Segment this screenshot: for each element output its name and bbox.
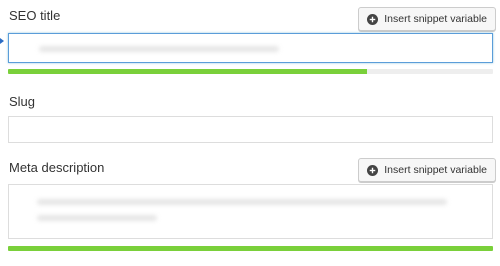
meta-description-obscured-text-line-1 (37, 199, 447, 205)
meta-description-insert-snippet-button[interactable]: Insert snippet variable (358, 158, 496, 182)
focus-indicator-arrow (0, 38, 4, 44)
seo-snippet-editor: SEO title Insert snippet variable Slug M… (0, 0, 500, 266)
seo-title-insert-snippet-label: Insert snippet variable (384, 13, 487, 25)
seo-title-obscured-text (39, 46, 279, 52)
seo-title-insert-snippet-button[interactable]: Insert snippet variable (358, 7, 496, 31)
seo-title-length-progress (8, 69, 493, 74)
seo-title-input[interactable] (8, 33, 493, 63)
meta-description-obscured-text-line-2 (37, 215, 157, 221)
meta-description-label: Meta description (9, 160, 105, 175)
meta-description-length-progress-fill (8, 246, 493, 251)
slug-input[interactable] (8, 116, 493, 143)
seo-title-length-progress-fill (8, 69, 367, 74)
meta-description-textarea[interactable] (8, 184, 493, 239)
meta-description-length-progress (8, 246, 493, 251)
seo-title-label: SEO title (9, 8, 61, 23)
plus-circle-icon (367, 164, 379, 176)
slug-label: Slug (9, 94, 36, 109)
plus-circle-icon (367, 13, 379, 25)
meta-description-insert-snippet-label: Insert snippet variable (384, 164, 487, 176)
